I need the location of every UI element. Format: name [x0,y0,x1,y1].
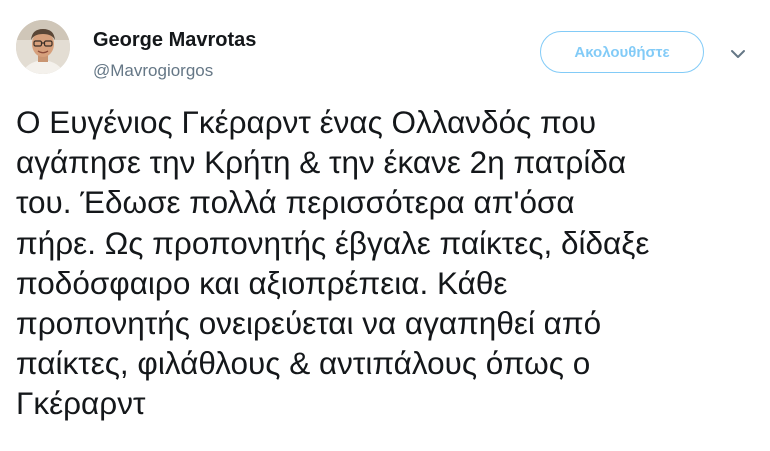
tweet-text-line: παίκτες, φιλάθλους & αντιπάλους όπως ο [16,345,591,382]
user-avatar-icon [16,20,70,74]
author-display-name[interactable]: George Mavrotas [93,29,256,52]
tweet-text-line: πήρε. Ως προπονητής έβγαλε παίκτες, δίδα… [16,224,650,261]
tweet-card: George Mavrotas @Mavrogiorgos Ακολουθήστ… [0,0,770,451]
tweet-menu-caret[interactable] [726,42,750,66]
tweet-text-line: Ο Ευγένιος Γκέραρντ ένας Ολλανδός που [16,104,597,140]
tweet-text-line: αγάπησε την Κρήτη & την έκανε 2η πατρίδα [16,144,627,181]
tweet-text-line: προπονητής ονειρεύεται να αγαπηθεί από [16,305,602,342]
chevron-down-icon [731,50,745,58]
author-handle[interactable]: @Mavrogiorgos [93,61,213,81]
tweet-text-line: ποδόσφαιρο και αξιοπρέπεια. Κάθε [16,264,508,301]
tweet-text: Ο Ευγένιος Γκέραρντ ένας Ολλανδός που αγ… [16,102,761,424]
tweet-text-line: Γκέραρντ [16,385,146,422]
follow-button[interactable]: Ακολουθήστε [540,31,704,73]
tweet-text-line: του. Έδωσε πολλά περισσότερα απ'όσα [16,184,575,221]
avatar[interactable] [16,20,70,74]
